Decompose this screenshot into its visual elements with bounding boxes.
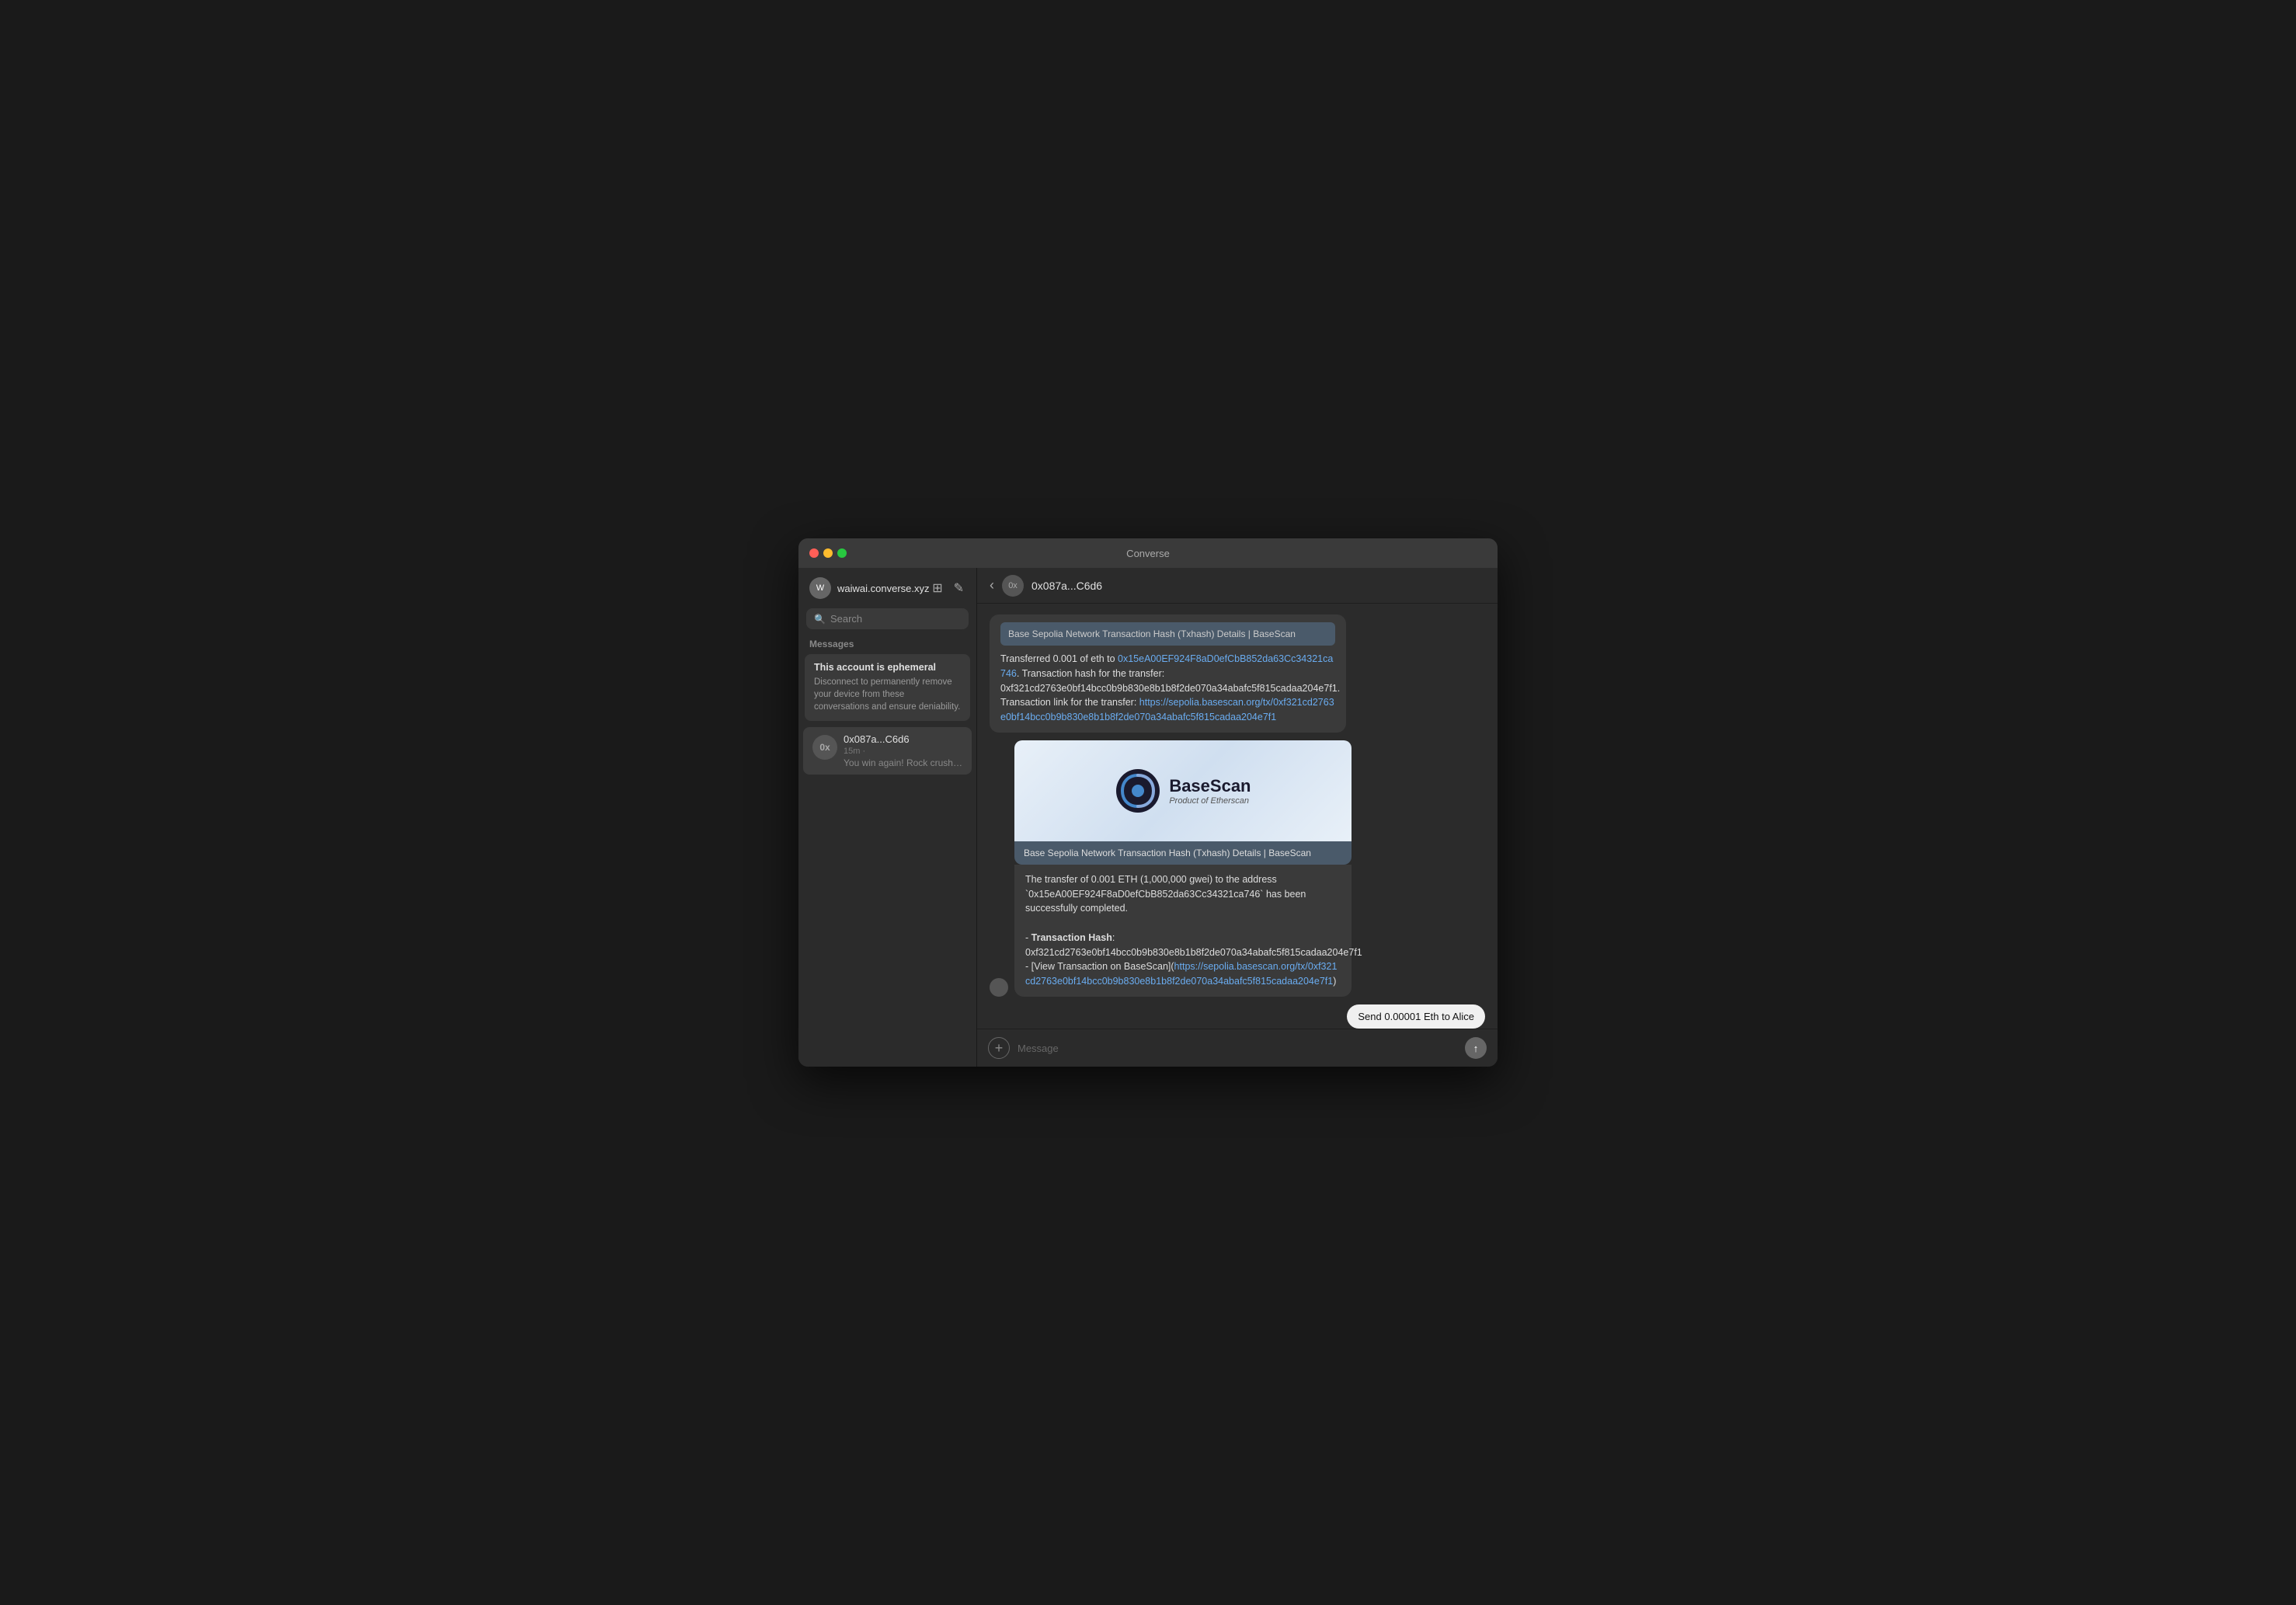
conv-preview: You win again! Rock crushes scissors. 🎉	[844, 757, 962, 768]
sidebar: W waiwai.converse.xyz ⊞ ✎ 🔍 Messages Thi…	[798, 568, 977, 1067]
user-info: W waiwai.converse.xyz	[809, 577, 930, 599]
compose-button[interactable]: ✎	[952, 579, 965, 597]
search-input[interactable]	[830, 613, 961, 625]
main-content: W waiwai.converse.xyz ⊞ ✎ 🔍 Messages Thi…	[798, 568, 1498, 1067]
chat-header-avatar: 0x	[1002, 575, 1024, 597]
maximize-button[interactable]	[837, 548, 847, 558]
close-button[interactable]	[809, 548, 819, 558]
back-button[interactable]: ‹	[990, 577, 994, 594]
basescan-text: BaseScan	[1169, 776, 1251, 796]
window-title: Converse	[1126, 548, 1170, 559]
messages-area: Base Sepolia Network Transaction Hash (T…	[977, 604, 1498, 1029]
app-window: Converse W waiwai.converse.xyz ⊞ ✎ 🔍 Mes…	[798, 538, 1498, 1067]
minimize-button[interactable]	[823, 548, 833, 558]
chat-input-area: + ↑	[977, 1029, 1498, 1067]
msg1-address-link[interactable]: 0x15eA00EF924F8aD0efCbB852da63Cc34321ca7…	[1000, 653, 1333, 679]
msg2-basescan-link[interactable]: https://sepolia.basescan.org/tx/0xf321cd…	[1025, 961, 1337, 987]
avatar: W	[809, 577, 831, 599]
traffic-lights	[809, 548, 847, 558]
conv-details: 0x087a...C6d6 15m · You win again! Rock …	[844, 733, 962, 768]
message-bubble: Base Sepolia Network Transaction Hash (T…	[990, 614, 1346, 733]
qr-code-button[interactable]: ⊞	[931, 579, 944, 597]
msg1-header: Base Sepolia Network Transaction Hash (T…	[1000, 622, 1335, 646]
link-card-title: Base Sepolia Network Transaction Hash (T…	[1014, 841, 1352, 865]
conv-avatar: 0x	[812, 735, 837, 760]
msg2-avatar	[990, 978, 1008, 997]
titlebar: Converse	[798, 538, 1498, 568]
link-preview-image: BaseScan Product of Etherscan	[1014, 740, 1352, 841]
messages-section-label: Messages	[798, 635, 976, 654]
link-preview-card: BaseScan Product of Etherscan Base Sepol…	[1014, 740, 1352, 865]
send-button[interactable]: ↑	[1465, 1037, 1487, 1059]
conv-name: 0x087a...C6d6	[844, 733, 962, 745]
search-bar: 🔍	[806, 608, 969, 629]
sidebar-actions: ⊞ ✎	[931, 579, 965, 597]
msg2-bubble: The transfer of 0.001 ETH (1,000,000 gwe…	[1014, 865, 1352, 997]
ephemeral-notice: This account is ephemeral Disconnect to …	[805, 654, 970, 721]
message-input[interactable]	[1018, 1043, 1457, 1054]
sidebar-header: W waiwai.converse.xyz ⊞ ✎	[798, 568, 976, 608]
chat-header: ‹ 0x 0x087a...C6d6	[977, 568, 1498, 604]
message-1: Base Sepolia Network Transaction Hash (T…	[990, 614, 1346, 733]
username-label: waiwai.converse.xyz	[837, 583, 930, 594]
add-attachment-button[interactable]: +	[988, 1037, 1010, 1059]
msg1-text: Transferred 0.001 of eth to 0x15eA00EF92…	[1000, 653, 1340, 722]
basescan-sub: Product of Etherscan	[1169, 796, 1251, 806]
ephemeral-title: This account is ephemeral	[814, 662, 961, 673]
chat-area: ‹ 0x 0x087a...C6d6 Base Sepolia Network …	[977, 568, 1498, 1067]
message-3-command: Send 0.00001 Eth to Alice	[1347, 1004, 1485, 1029]
basescan-logo: BaseScan Product of Etherscan	[1115, 768, 1251, 814]
search-icon: 🔍	[814, 614, 826, 625]
message-2-wrapper: BaseScan Product of Etherscan Base Sepol…	[990, 740, 1485, 997]
conv-time: 15m ·	[844, 747, 962, 756]
ephemeral-description: Disconnect to permanently remove your de…	[814, 676, 961, 713]
conversation-item[interactable]: 0x 0x087a...C6d6 15m · You win again! Ro…	[803, 727, 972, 775]
msg1-tx-link[interactable]: https://sepolia.basescan.org/tx/0xf321cd…	[1000, 697, 1334, 722]
basescan-logo-icon	[1115, 768, 1161, 814]
chat-header-name: 0x087a...C6d6	[1031, 580, 1102, 592]
message-2: BaseScan Product of Etherscan Base Sepol…	[1014, 740, 1352, 997]
